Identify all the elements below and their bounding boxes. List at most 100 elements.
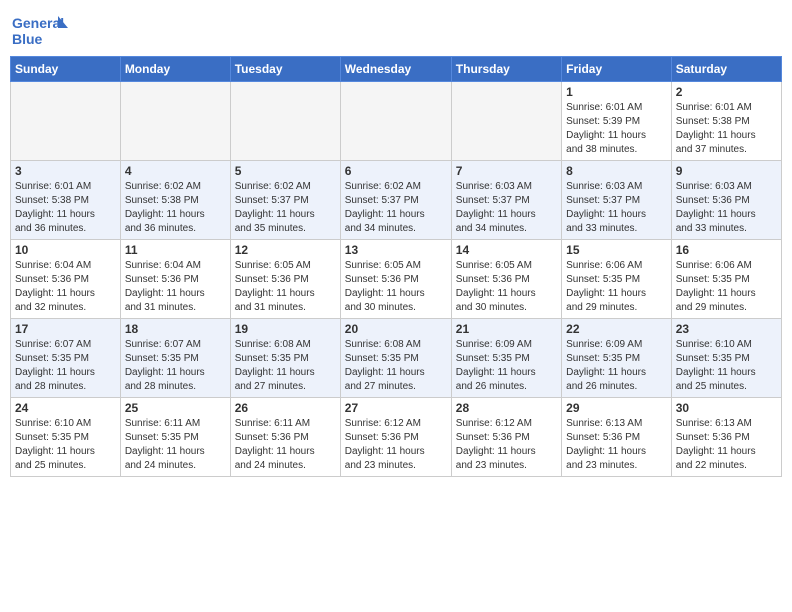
day-info: Sunrise: 6:03 AM Sunset: 5:36 PM Dayligh…	[676, 180, 777, 236]
calendar-cell: 23Sunrise: 6:10 AM Sunset: 5:35 PM Dayli…	[671, 319, 781, 398]
day-info: Sunrise: 6:13 AM Sunset: 5:36 PM Dayligh…	[566, 417, 667, 473]
day-number: 20	[345, 322, 447, 336]
day-info: Sunrise: 6:12 AM Sunset: 5:36 PM Dayligh…	[345, 417, 447, 473]
day-info: Sunrise: 6:01 AM Sunset: 5:38 PM Dayligh…	[676, 101, 777, 157]
day-number: 2	[676, 85, 777, 99]
weekday-header-thursday: Thursday	[451, 57, 561, 82]
calendar-cell: 8 Sunrise: 6:03 AM Sunset: 5:37 PM Daylig…	[562, 161, 672, 240]
day-number: 21	[456, 322, 557, 336]
calendar-cell: 20 Sunrise: 6:08 AM Sunset: 5:35 PM Dayli…	[340, 319, 451, 398]
day-info: Sunrise: 6:11 AM Sunset: 5:36 PM Dayligh…	[235, 417, 336, 473]
day-info: Sunrise: 6:09 AM Sunset: 5:35 PM Dayligh…	[566, 338, 667, 394]
weekday-header-friday: Friday	[562, 57, 672, 82]
calendar-cell: 13 Sunrise: 6:05 AM Sunset: 5:36 PM Dayli…	[340, 240, 451, 319]
calendar-cell: 2 Sunrise: 6:01 AM Sunset: 5:38 PM Daylig…	[671, 82, 781, 161]
calendar-cell: 19 Sunrise: 6:08 AM Sunset: 5:35 PM Dayli…	[230, 319, 340, 398]
calendar-cell: 29 Sunrise: 6:13 AM Sunset: 5:36 PM Dayli…	[562, 398, 672, 477]
day-number: 5	[235, 164, 336, 178]
calendar-cell: 11 Sunrise: 6:04 AM Sunset: 5:36 PM Dayli…	[120, 240, 230, 319]
day-number: 29	[566, 401, 667, 415]
calendar-cell	[120, 82, 230, 161]
calendar-cell: 6 Sunrise: 6:02 AM Sunset: 5:37 PM Daylig…	[340, 161, 451, 240]
calendar-cell: 15Sunrise: 6:06 AM Sunset: 5:35 PM Dayli…	[562, 240, 672, 319]
day-info: Sunrise: 6:10 AM Sunset: 5:35 PM Dayligh…	[15, 417, 116, 473]
day-info: Sunrise: 6:02 AM Sunset: 5:37 PM Dayligh…	[345, 180, 447, 236]
day-info: Sunrise: 6:03 AM Sunset: 5:37 PM Dayligh…	[456, 180, 557, 236]
day-info: Sunrise: 6:07 AM Sunset: 5:35 PM Dayligh…	[125, 338, 226, 394]
calendar-cell: 21 Sunrise: 6:09 AM Sunset: 5:35 PM Dayli…	[451, 319, 561, 398]
calendar-week-row: 3 Sunrise: 6:01 AM Sunset: 5:38 PM Daylig…	[11, 161, 782, 240]
weekday-header-saturday: Saturday	[671, 57, 781, 82]
day-number: 27	[345, 401, 447, 415]
day-info: Sunrise: 6:05 AM Sunset: 5:36 PM Dayligh…	[235, 259, 336, 315]
day-info: Sunrise: 6:11 AM Sunset: 5:35 PM Dayligh…	[125, 417, 226, 473]
day-info: Sunrise: 6:01 AM Sunset: 5:38 PM Dayligh…	[15, 180, 116, 236]
calendar-cell: 4Sunrise: 6:02 AM Sunset: 5:38 PM Daylig…	[120, 161, 230, 240]
calendar-cell: 10Sunrise: 6:04 AM Sunset: 5:36 PM Dayli…	[11, 240, 121, 319]
weekday-header-wednesday: Wednesday	[340, 57, 451, 82]
page-header: GeneralBlue	[10, 10, 782, 50]
day-info: Sunrise: 6:06 AM Sunset: 5:35 PM Dayligh…	[566, 259, 667, 315]
calendar-cell	[451, 82, 561, 161]
day-number: 10	[15, 243, 116, 257]
day-number: 19	[235, 322, 336, 336]
calendar-cell: 14 Sunrise: 6:05 AM Sunset: 5:36 PM Dayli…	[451, 240, 561, 319]
calendar-cell: 9 Sunrise: 6:03 AM Sunset: 5:36 PM Daylig…	[671, 161, 781, 240]
day-number: 25	[125, 401, 226, 415]
calendar-cell: 26 Sunrise: 6:11 AM Sunset: 5:36 PM Dayli…	[230, 398, 340, 477]
day-number: 16	[676, 243, 777, 257]
day-info: Sunrise: 6:08 AM Sunset: 5:35 PM Dayligh…	[235, 338, 336, 394]
day-info: Sunrise: 6:05 AM Sunset: 5:36 PM Dayligh…	[345, 259, 447, 315]
day-number: 23	[676, 322, 777, 336]
calendar-cell: 30 Sunrise: 6:13 AM Sunset: 5:36 PM Dayli…	[671, 398, 781, 477]
calendar-week-row: 24 Sunrise: 6:10 AM Sunset: 5:35 PM Dayli…	[11, 398, 782, 477]
calendar-cell: 22 Sunrise: 6:09 AM Sunset: 5:35 PM Dayli…	[562, 319, 672, 398]
calendar-cell: 12Sunrise: 6:05 AM Sunset: 5:36 PM Dayli…	[230, 240, 340, 319]
day-info: Sunrise: 6:02 AM Sunset: 5:37 PM Dayligh…	[235, 180, 336, 236]
calendar-cell: 1Sunrise: 6:01 AM Sunset: 5:39 PM Daylig…	[562, 82, 672, 161]
day-number: 26	[235, 401, 336, 415]
calendar-cell: 5 Sunrise: 6:02 AM Sunset: 5:37 PM Daylig…	[230, 161, 340, 240]
calendar-cell	[11, 82, 121, 161]
day-number: 24	[15, 401, 116, 415]
logo-icon: GeneralBlue	[10, 10, 70, 50]
day-number: 9	[676, 164, 777, 178]
svg-text:Blue: Blue	[12, 31, 43, 47]
weekday-header-row: SundayMondayTuesdayWednesdayThursdayFrid…	[11, 57, 782, 82]
calendar-week-row: 1Sunrise: 6:01 AM Sunset: 5:39 PM Daylig…	[11, 82, 782, 161]
day-number: 3	[15, 164, 116, 178]
day-info: Sunrise: 6:05 AM Sunset: 5:36 PM Dayligh…	[456, 259, 557, 315]
calendar-cell: 27 Sunrise: 6:12 AM Sunset: 5:36 PM Dayli…	[340, 398, 451, 477]
day-info: Sunrise: 6:08 AM Sunset: 5:35 PM Dayligh…	[345, 338, 447, 394]
calendar-cell: 24 Sunrise: 6:10 AM Sunset: 5:35 PM Dayli…	[11, 398, 121, 477]
day-info: Sunrise: 6:03 AM Sunset: 5:37 PM Dayligh…	[566, 180, 667, 236]
day-number: 18	[125, 322, 226, 336]
calendar-table: SundayMondayTuesdayWednesdayThursdayFrid…	[10, 56, 782, 477]
day-number: 14	[456, 243, 557, 257]
day-info: Sunrise: 6:12 AM Sunset: 5:36 PM Dayligh…	[456, 417, 557, 473]
day-number: 13	[345, 243, 447, 257]
calendar-cell: 3 Sunrise: 6:01 AM Sunset: 5:38 PM Daylig…	[11, 161, 121, 240]
calendar-cell: 28 Sunrise: 6:12 AM Sunset: 5:36 PM Dayli…	[451, 398, 561, 477]
day-number: 22	[566, 322, 667, 336]
calendar-week-row: 17 Sunrise: 6:07 AM Sunset: 5:35 PM Dayli…	[11, 319, 782, 398]
day-number: 28	[456, 401, 557, 415]
day-info: Sunrise: 6:06 AM Sunset: 5:35 PM Dayligh…	[676, 259, 777, 315]
day-number: 11	[125, 243, 226, 257]
day-number: 30	[676, 401, 777, 415]
day-number: 6	[345, 164, 447, 178]
day-number: 8	[566, 164, 667, 178]
calendar-cell: 17Sunrise: 6:07 AM Sunset: 5:35 PM Dayli…	[11, 319, 121, 398]
day-info: Sunrise: 6:13 AM Sunset: 5:36 PM Dayligh…	[676, 417, 777, 473]
calendar-cell: 25 Sunrise: 6:11 AM Sunset: 5:35 PM Dayli…	[120, 398, 230, 477]
calendar-cell: 16 Sunrise: 6:06 AM Sunset: 5:35 PM Dayli…	[671, 240, 781, 319]
day-number: 7	[456, 164, 557, 178]
calendar-cell: 7 Sunrise: 6:03 AM Sunset: 5:37 PM Daylig…	[451, 161, 561, 240]
day-info: Sunrise: 6:02 AM Sunset: 5:38 PM Dayligh…	[125, 180, 226, 236]
day-info: Sunrise: 6:04 AM Sunset: 5:36 PM Dayligh…	[125, 259, 226, 315]
svg-text:General: General	[12, 15, 64, 31]
day-info: Sunrise: 6:09 AM Sunset: 5:35 PM Dayligh…	[456, 338, 557, 394]
calendar-cell: 18 Sunrise: 6:07 AM Sunset: 5:35 PM Dayli…	[120, 319, 230, 398]
day-number: 17	[15, 322, 116, 336]
logo: GeneralBlue	[10, 10, 70, 50]
